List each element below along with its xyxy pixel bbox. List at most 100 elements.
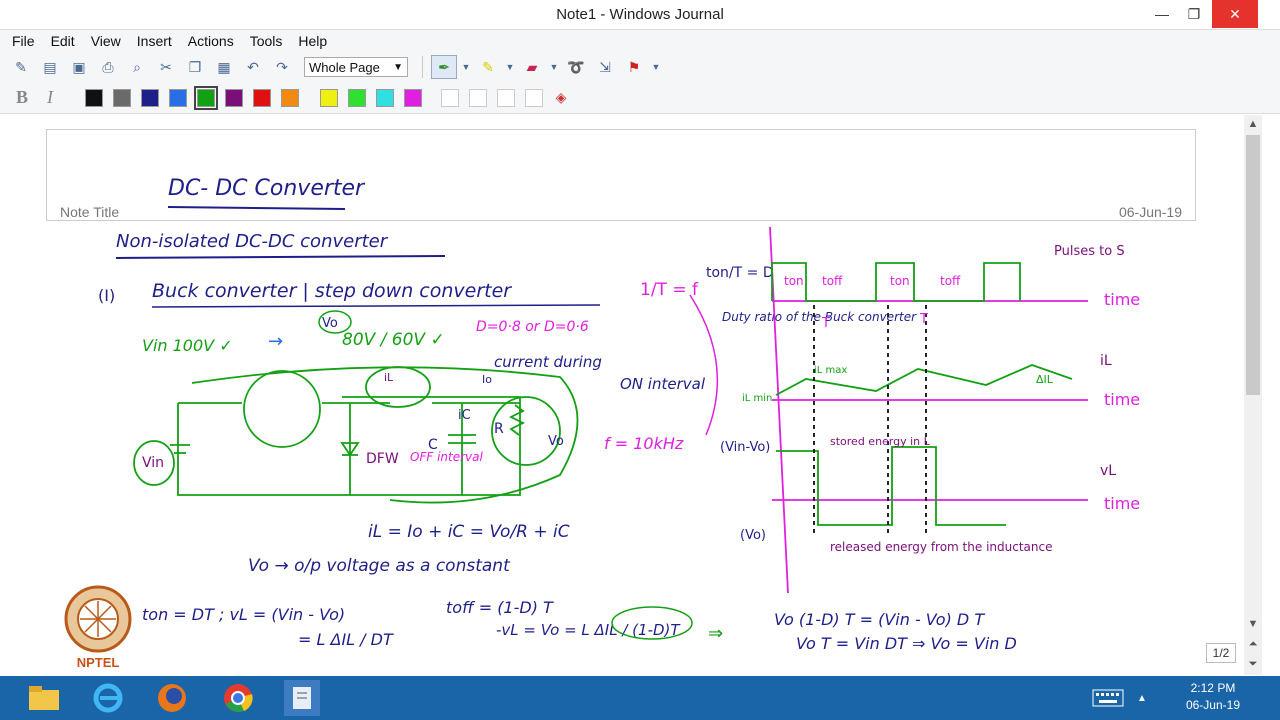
cut-icon[interactable]: ✂: [153, 55, 179, 79]
clock[interactable]: 2:12 PM 06-Jun-19: [1186, 680, 1240, 714]
taskbar: ▲ 2:12 PM 06-Jun-19: [0, 676, 1280, 720]
standard-toolbar: ✎ ▤ ▣ ⎙ ⌕ ✂ ❐ ▦ ↶ ↷ Whole Page ▼ ✒ ▼ ✎ ▼…: [0, 52, 1280, 82]
ink-subheading: Non-isolated DC-DC converter: [116, 231, 389, 252]
file-explorer-icon[interactable]: [26, 680, 62, 716]
ink-implies: ⇒: [708, 623, 723, 644]
color-swatch-magenta[interactable]: [404, 88, 422, 107]
ink-vo-label: Vo: [322, 316, 338, 331]
internet-explorer-icon[interactable]: [90, 680, 126, 716]
ink-io: Io: [482, 373, 492, 386]
ink-time-axis-2: time: [1104, 390, 1140, 409]
vertical-scrollbar[interactable]: ▲ ▼ ⏶ ⏷: [1244, 115, 1262, 675]
heading-underline: [167, 206, 346, 210]
ink-vo-spec: 80V / 60V ✓: [342, 330, 445, 350]
print-icon[interactable]: ⎙: [95, 55, 121, 79]
journal-canvas[interactable]: Note Title 06-Jun-19 DC- DC Converter No…: [0, 115, 1244, 675]
note-heading: DC- DC Converter: [168, 176, 366, 201]
ink-stored-energy: stored energy in L: [830, 435, 931, 448]
open-icon[interactable]: ▤: [37, 55, 63, 79]
highlighter-icon[interactable]: ✎: [475, 55, 501, 79]
color-swatch-cyan[interactable]: [376, 88, 394, 107]
ink-pulses: Pulses to S: [1054, 244, 1125, 259]
keyboard-icon[interactable]: [1090, 680, 1126, 716]
firefox-icon[interactable]: [154, 680, 190, 716]
page-up-icon[interactable]: ⏶: [1244, 635, 1262, 653]
color-swatch-lime[interactable]: [348, 88, 366, 107]
color-swatch-yellow[interactable]: [320, 88, 338, 107]
menu-view[interactable]: View: [83, 33, 129, 49]
pen-icon[interactable]: ✒: [431, 55, 457, 79]
ink-resistor: R: [494, 421, 504, 437]
color-swatch-blue[interactable]: [169, 88, 187, 107]
ink-toff-1: toff: [822, 274, 843, 288]
menu-file[interactable]: File: [4, 33, 43, 49]
menu-tools[interactable]: Tools: [242, 33, 291, 49]
color-swatch-orange[interactable]: [281, 88, 299, 107]
italic-button[interactable]: I: [38, 86, 62, 110]
menu-bar: File Edit View Insert Actions Tools Help: [0, 30, 1280, 52]
ink-ilmin: iL min: [742, 393, 772, 404]
zoom-select[interactable]: Whole Page ▼: [304, 57, 408, 77]
pen-settings-icon[interactable]: ◈: [548, 86, 574, 110]
flag-icon[interactable]: ⚑: [621, 55, 647, 79]
buck-circuit: [133, 366, 579, 504]
scroll-down-icon[interactable]: ▼: [1244, 615, 1262, 633]
ink-vin-minus-vo: (Vin-Vo): [720, 440, 770, 455]
page-down-icon[interactable]: ⏷: [1244, 655, 1262, 673]
close-button[interactable]: ✕: [1212, 0, 1258, 28]
find-icon[interactable]: ⌕: [124, 55, 150, 79]
scroll-thumb[interactable]: [1246, 135, 1260, 395]
bold-button[interactable]: B: [10, 86, 34, 110]
ink-current-equation: iL = Io + iC = Vo/R + iC: [368, 522, 570, 542]
paste-icon[interactable]: ▦: [211, 55, 237, 79]
ink-vin-spec: Vin 100V ✓: [142, 336, 233, 355]
maximize-button[interactable]: ❐: [1174, 0, 1214, 28]
page-indicator: 1/2: [1206, 643, 1236, 663]
ink-duty-def: ton/T = D: [706, 265, 774, 281]
highlighter-dropdown-icon[interactable]: ▼: [504, 55, 516, 79]
color-swatch-empty[interactable]: [497, 88, 515, 107]
ink-layer: DC- DC Converter Non-isolated DC-DC conv…: [98, 176, 1140, 653]
ink-on-equation: ton = DT ; vL = (Vin - Vo): [142, 605, 345, 624]
color-swatch-gray[interactable]: [113, 88, 131, 107]
menu-edit[interactable]: Edit: [43, 33, 83, 49]
color-swatch-red[interactable]: [253, 88, 271, 107]
new-note-icon[interactable]: ✎: [8, 55, 34, 79]
eraser-icon[interactable]: ▰: [519, 55, 545, 79]
ink-time-axis-3: time: [1104, 494, 1140, 513]
zoom-value: Whole Page: [309, 59, 380, 75]
tray-expand-icon[interactable]: ▲: [1132, 680, 1152, 716]
eraser-dropdown-icon[interactable]: ▼: [548, 55, 560, 79]
ink-vl-axis: vL: [1100, 463, 1116, 479]
ink-period-2: T: [919, 312, 928, 327]
buck-underline: [151, 304, 601, 308]
flag-dropdown-icon[interactable]: ▼: [650, 55, 662, 79]
color-swatch-empty[interactable]: [441, 88, 459, 107]
clock-date: 06-Jun-19: [1185, 698, 1240, 712]
waveform-axes: [769, 226, 1088, 594]
color-swatch-empty[interactable]: [469, 88, 487, 107]
undo-icon[interactable]: ↶: [240, 55, 266, 79]
color-swatch-black[interactable]: [85, 88, 103, 107]
window-title: Note1 - Windows Journal: [556, 6, 724, 23]
insert-space-icon[interactable]: ⇲: [592, 55, 618, 79]
ink-vin-source: Vin: [142, 455, 164, 471]
menu-actions[interactable]: Actions: [180, 33, 242, 49]
save-icon[interactable]: ▣: [66, 55, 92, 79]
color-swatch-purple[interactable]: [225, 88, 243, 107]
windows-journal-icon[interactable]: [284, 680, 320, 716]
color-swatch-green[interactable]: [194, 85, 218, 110]
menu-insert[interactable]: Insert: [129, 33, 180, 49]
ink-vo-constant: Vo → o/p voltage as a constant: [248, 556, 511, 576]
lasso-select-icon[interactable]: ➰: [563, 55, 589, 79]
clock-time: 2:12 PM: [1190, 681, 1236, 695]
chrome-icon[interactable]: [220, 680, 256, 716]
ink-on-equation-2: = L ΔIL / DT: [298, 630, 394, 649]
color-swatch-empty[interactable]: [525, 88, 543, 107]
menu-help[interactable]: Help: [290, 33, 335, 49]
copy-icon[interactable]: ❐: [182, 55, 208, 79]
scroll-up-icon[interactable]: ▲: [1244, 115, 1262, 133]
pen-dropdown-icon[interactable]: ▼: [460, 55, 472, 79]
redo-icon[interactable]: ↷: [269, 55, 295, 79]
color-swatch-navy[interactable]: [141, 88, 159, 107]
